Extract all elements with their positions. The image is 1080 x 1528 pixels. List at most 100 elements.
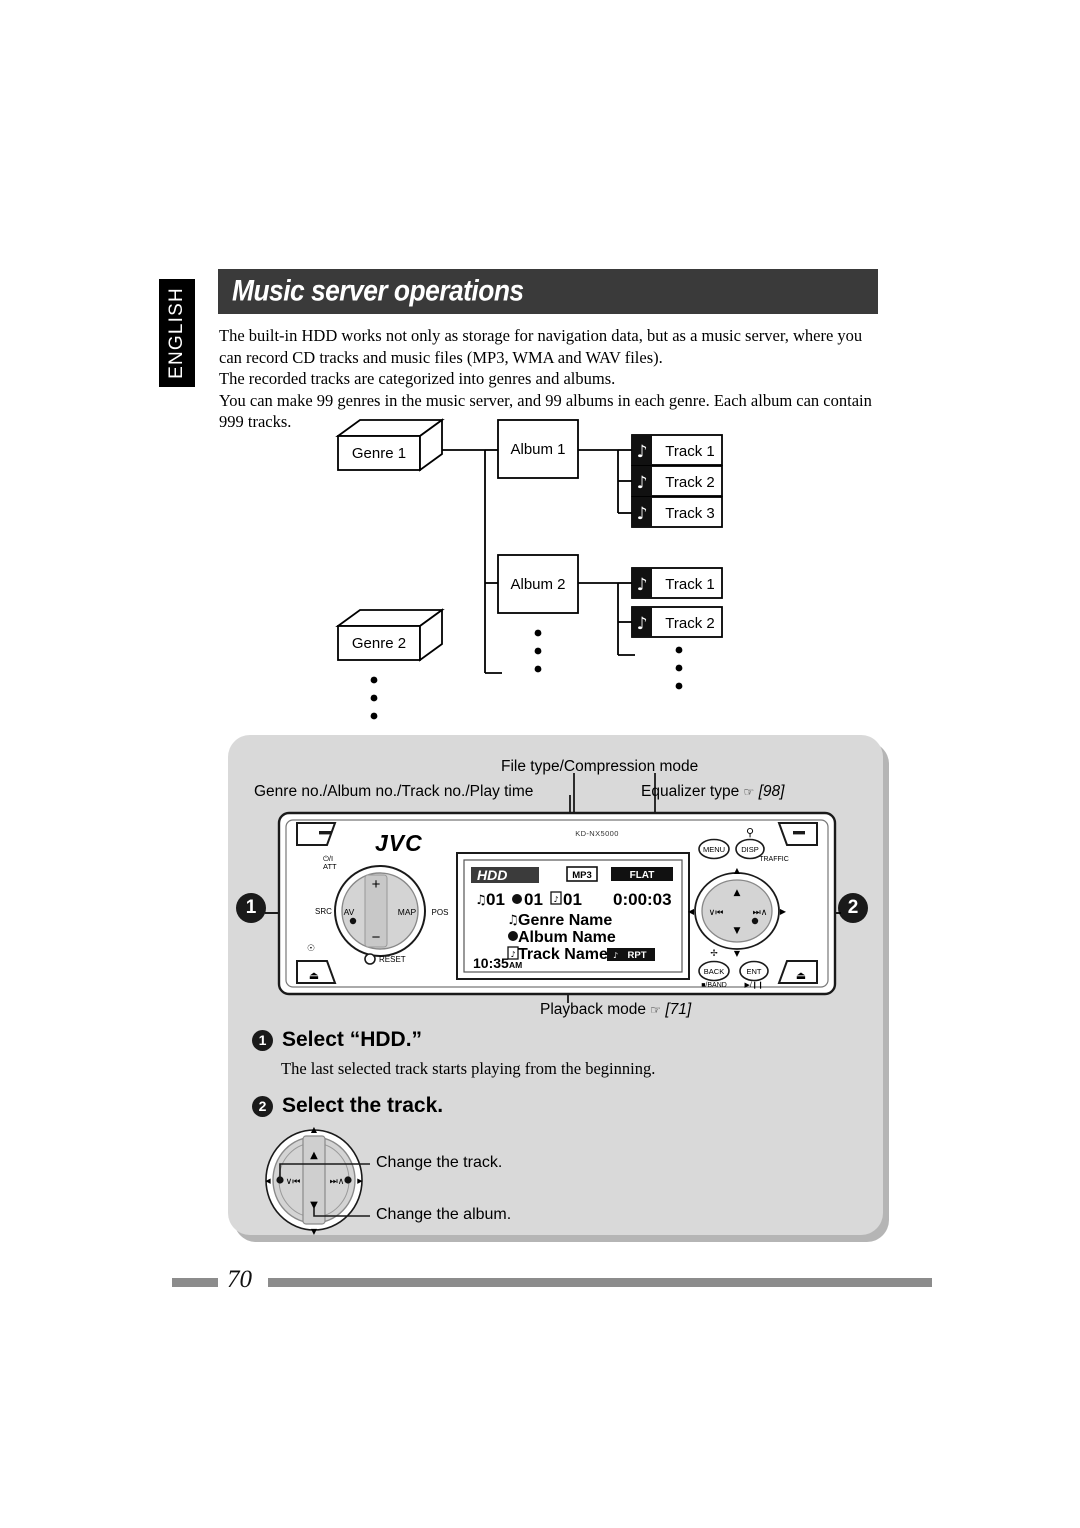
page-title: Music server operations xyxy=(232,273,524,307)
album-name: Album Name xyxy=(518,929,616,946)
marker-1: 1 xyxy=(236,893,266,923)
mp3-label: MP3 xyxy=(572,870,592,881)
svg-text:▶: ▶ xyxy=(357,1177,363,1185)
album-icon xyxy=(512,894,522,904)
album-label-2: Album 2 xyxy=(510,576,565,593)
svg-text:♪: ♪ xyxy=(553,895,558,904)
album-ellipsis xyxy=(534,629,542,673)
intro-text: The built-in HDD works not only as stora… xyxy=(219,325,881,433)
track-box-1-1: ♪ Track 1 xyxy=(631,434,723,466)
nav-right-icon: ▶ xyxy=(780,907,787,916)
svg-text:♪: ♪ xyxy=(613,951,618,960)
nav-up-outer: ▲ xyxy=(734,866,741,875)
menu-label: MENU xyxy=(703,845,725,854)
step-1-heading: 1 Select “HDD.” xyxy=(252,1028,862,1052)
att-label: ATT xyxy=(323,862,337,871)
genre-name-icon: ♫ xyxy=(507,913,519,928)
genre-number: 01 xyxy=(486,890,505,909)
track-box-2-2: ♪ Track 2 xyxy=(631,606,723,638)
map-label: MAP xyxy=(398,907,417,917)
intro-line-3: The recorded tracks are categorized into… xyxy=(219,369,616,388)
nav-left-icon: ◀ xyxy=(688,907,695,916)
album-label-1: Album 1 xyxy=(510,441,565,458)
disc-icon: ☉ xyxy=(307,944,315,954)
track-box-1-2: ♪ Track 2 xyxy=(631,465,723,497)
svg-text:◀: ◀ xyxy=(265,1177,271,1185)
step-1-number: 1 xyxy=(252,1029,273,1051)
steps-section: 1 Select “HDD.” The last selected track … xyxy=(252,1028,862,1236)
svg-text:Track 3: Track 3 xyxy=(665,505,714,522)
prev-track-icon: ∨⏮ xyxy=(709,908,724,918)
back-label: BACK xyxy=(704,967,724,976)
track-number: 01 xyxy=(563,890,582,909)
genre-name: Genre Name xyxy=(518,912,612,929)
svg-text:∨⏮: ∨⏮ xyxy=(286,1177,301,1187)
track-box-2-1: ♪ Track 1 xyxy=(631,567,723,599)
svg-text:Track 1: Track 1 xyxy=(665,443,714,460)
traffic-label: TRAFFIC xyxy=(759,856,789,863)
cross-cursor-icon: ✢ xyxy=(710,949,718,959)
svg-text:♪: ♪ xyxy=(637,473,648,493)
intro-line-2: can record CD tracks and music files (MP… xyxy=(219,347,663,367)
svg-text:♪: ♪ xyxy=(637,504,648,524)
svg-text:▲: ▲ xyxy=(311,1125,318,1134)
next-track-icon: ⏭∧ xyxy=(753,908,768,918)
genre-label-2: Genre 2 xyxy=(352,635,406,652)
track-box-1-3: ♪ Track 3 xyxy=(631,496,723,528)
nav-down-outer: ▼ xyxy=(734,949,741,958)
left-dash xyxy=(319,831,331,835)
intro-line-1: The built-in HDD works not only as stora… xyxy=(219,326,863,345)
hierarchy-diagram: Genre 1 Genre 2 Album 1 Album 2 ♪ Track … xyxy=(330,418,750,728)
volume-down-label: − xyxy=(372,929,381,946)
page-number: 70 xyxy=(227,1266,252,1293)
nav-up-icon: ▲ xyxy=(734,888,741,898)
ent-label: ENT xyxy=(747,967,762,976)
disp-label: DISP xyxy=(741,845,759,854)
reset-label: RESET xyxy=(379,955,406,964)
intro-line-4: You can make 99 genres in the music serv… xyxy=(219,390,872,410)
detach-icon: ⏏ xyxy=(796,969,806,982)
step-1-title: Select “HDD.” xyxy=(282,1028,423,1051)
jvc-logo: JVC xyxy=(375,830,423,856)
language-tab-label: ENGLISH xyxy=(166,287,187,379)
svg-text:▼: ▼ xyxy=(311,1227,318,1236)
note-change-track: Change the track. xyxy=(376,1154,503,1171)
footer-bar-left xyxy=(172,1278,218,1287)
flat-label: FLAT xyxy=(630,870,655,881)
av-label: AV xyxy=(344,907,355,917)
svg-text:♪: ♪ xyxy=(637,575,648,595)
album-number: 01 xyxy=(524,890,543,909)
search-icon: ⚲ xyxy=(746,826,754,839)
reset-button xyxy=(364,953,376,965)
svg-text:♪: ♪ xyxy=(637,442,648,462)
svg-text:♪: ♪ xyxy=(637,614,648,634)
clock: 10:35 xyxy=(473,955,509,971)
genre-icon: ♫ xyxy=(475,893,487,908)
play-time: 0:00:03 xyxy=(613,890,672,909)
album-name-icon xyxy=(508,931,518,941)
right-dash xyxy=(793,831,805,835)
ent-sub-label: ▶/❙❙ xyxy=(744,981,763,989)
svg-text:Track 2: Track 2 xyxy=(665,474,714,491)
step-1-description: The last selected track starts playing f… xyxy=(281,1059,656,1078)
dial-pointer-1 xyxy=(349,917,357,925)
rpt-label: RPT xyxy=(628,950,647,961)
step-2-dial-diagram: ▲ ▼ ▲ ▼ ◀ ▶ ∨⏮ ⏭∧ Change the track. Chan… xyxy=(252,1124,862,1236)
clock-suffix: AM xyxy=(509,960,522,970)
hdd-label: HDD xyxy=(477,867,507,883)
page-title-bar: Music server operations xyxy=(218,269,878,314)
svg-text:Track 1: Track 1 xyxy=(665,576,714,593)
svg-text:⏭∧: ⏭∧ xyxy=(330,1177,345,1187)
model-number: KD-NX5000 xyxy=(575,829,619,838)
page-footer: 70 xyxy=(172,1266,932,1293)
svg-text:▲: ▲ xyxy=(310,1150,318,1161)
back-sub-label: ■/BAND xyxy=(701,982,727,989)
language-tab: ENGLISH xyxy=(159,279,195,387)
genre-label-1: Genre 1 xyxy=(352,445,406,462)
stereo-unit: ⏏ ⏏ JVC KD-NX5000 ⏻/I ATT SRC ☉ + − AV M… xyxy=(277,811,837,996)
track-name: Track Name xyxy=(518,946,608,963)
note-change-album: Change the album. xyxy=(376,1206,512,1223)
svg-text:♪: ♪ xyxy=(510,950,515,959)
manual-page: ENGLISH Music server operations The buil… xyxy=(0,0,1080,1528)
src-label: SRC xyxy=(315,907,332,916)
